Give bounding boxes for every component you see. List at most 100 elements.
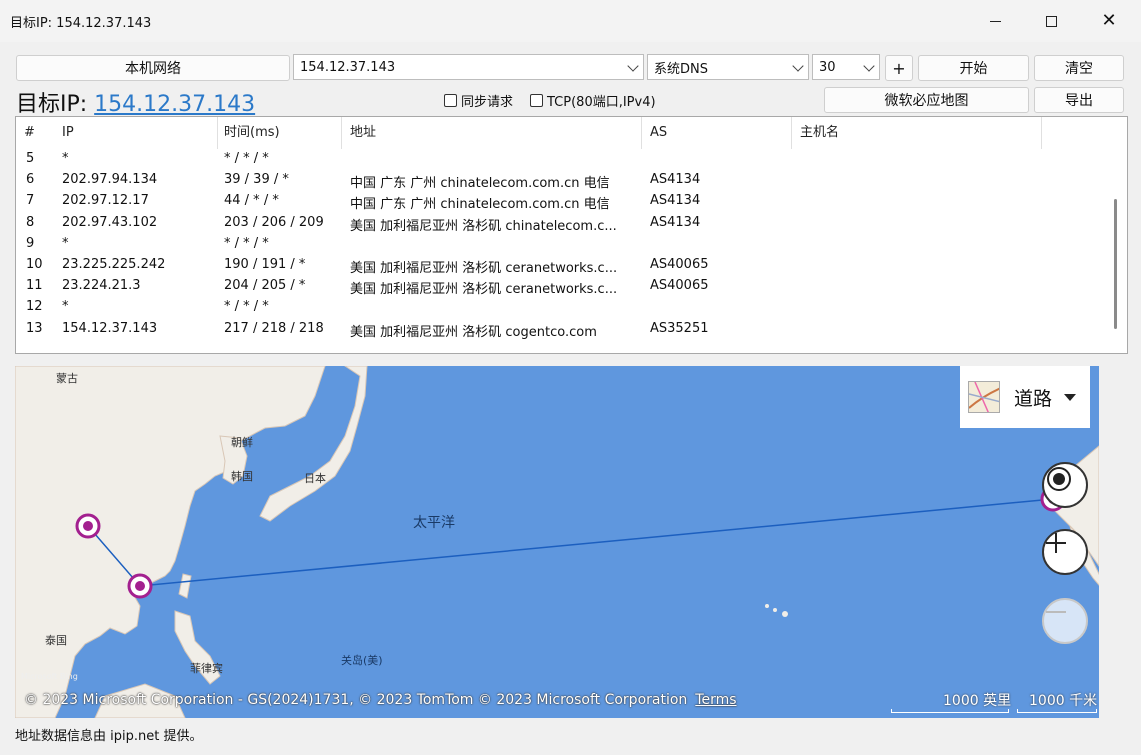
table-row[interactable]: 7 202.97.12.17 44 / * / * 中国 广东 广州 chinatel… bbox=[16, 191, 1116, 212]
locate-button[interactable] bbox=[1042, 462, 1088, 508]
status-bar: 地址数据信息由 ipip.net 提供。 bbox=[15, 729, 203, 744]
locate-icon bbox=[1047, 467, 1071, 491]
cell-ip: 202.97.12.17 bbox=[62, 193, 149, 209]
plus-icon bbox=[1046, 533, 1066, 553]
map-label-philippines: 菲律宾 bbox=[190, 662, 223, 675]
taiwan-landmass bbox=[178, 573, 192, 599]
zoom-in-button[interactable] bbox=[1042, 529, 1088, 575]
chevron-down-icon bbox=[627, 60, 639, 72]
terms-link[interactable]: Terms bbox=[695, 692, 736, 708]
route-map[interactable]: 蒙古 朝鲜 韩国 日本 泰国 菲律宾 关岛(美) 太平洋 道路 Microsof… bbox=[15, 366, 1099, 718]
table-row[interactable]: 13 154.12.37.143 217 / 218 / 218 美国 加利福尼亚州 … bbox=[16, 319, 1116, 340]
checkbox-box[interactable] bbox=[444, 94, 457, 107]
hawaii-island bbox=[782, 611, 788, 617]
cell-as: AS40065 bbox=[650, 257, 709, 272]
table-row[interactable]: 5 * * / * / * bbox=[16, 149, 1116, 170]
map-canvas bbox=[15, 366, 1099, 718]
close-button[interactable]: ✕ bbox=[1082, 0, 1136, 42]
table-row[interactable]: 12 * * / * / * bbox=[16, 297, 1116, 318]
hawaii-island bbox=[773, 608, 777, 612]
map-label-guam: 关岛(美) bbox=[341, 654, 383, 667]
scale-bar-imperial bbox=[891, 709, 1009, 713]
hawaii-island bbox=[765, 604, 769, 608]
sync-checkbox-label: 同步请求 bbox=[461, 95, 514, 110]
minus-icon bbox=[1046, 611, 1066, 613]
clear-button[interactable]: 清空 bbox=[1034, 55, 1124, 81]
cell-num: 7 bbox=[26, 193, 35, 209]
cell-num: 12 bbox=[26, 299, 43, 315]
minimize-icon bbox=[989, 20, 1001, 22]
map-copyright-text: © 2023 Microsoft Corporation - GS(2024)1… bbox=[24, 692, 688, 708]
cell-address: 美国 加利福尼亚州 洛杉矶 chinatelecom.c... bbox=[350, 218, 617, 234]
cell-ip: 202.97.94.134 bbox=[62, 172, 158, 188]
minimize-button[interactable] bbox=[968, 0, 1022, 42]
cell-num: 8 bbox=[26, 214, 35, 230]
cell-ip: 202.97.43.102 bbox=[62, 214, 158, 230]
table-row[interactable]: 11 23.224.21.3 204 / 205 / * 美国 加利福尼亚州 洛杉矶 … bbox=[16, 276, 1116, 297]
count-select[interactable]: 30 bbox=[812, 54, 880, 80]
cell-time: * / * / * bbox=[224, 151, 269, 166]
table-row[interactable]: 6 202.97.94.134 39 / 39 / * 中国 广东 广州 chinat… bbox=[16, 170, 1116, 191]
route-pin[interactable] bbox=[127, 573, 153, 599]
hops-table[interactable]: # IP 时间(ms) 地址 AS 主机名 5 * * / * / * 6 202.97… bbox=[15, 116, 1128, 354]
ip-combobox-value: 154.12.37.143 bbox=[300, 59, 396, 75]
cell-address: 美国 加利福尼亚州 洛杉矶 ceranetworks.c... bbox=[350, 261, 618, 276]
ip-combobox[interactable]: 154.12.37.143 bbox=[293, 54, 644, 80]
table-scrollbar[interactable] bbox=[1114, 199, 1117, 329]
chevron-down-icon bbox=[792, 60, 804, 72]
map-label-south-korea: 韩国 bbox=[231, 470, 253, 483]
target-ip-prefix: 目标IP: bbox=[16, 92, 95, 117]
cell-as: AS4134 bbox=[650, 214, 701, 230]
cell-time: 39 / 39 / * bbox=[224, 172, 289, 188]
local-network-button[interactable]: 本机网络 bbox=[16, 55, 290, 81]
sync-checkbox[interactable]: 同步请求 bbox=[444, 91, 513, 110]
map-label-north-korea: 朝鲜 bbox=[231, 436, 253, 449]
cell-address: 中国 广东 广州 chinatelecom.com.cn 电信 bbox=[350, 197, 610, 213]
cell-ip: * bbox=[62, 235, 69, 251]
title-bar: 目标IP: 154.12.37.143 ✕ bbox=[0, 0, 1141, 42]
cell-time: 190 / 191 / * bbox=[224, 257, 306, 272]
target-ip-link[interactable]: 154.12.37.143 bbox=[94, 92, 255, 117]
bing-map-button[interactable]: 微软必应地图 bbox=[824, 87, 1029, 113]
cell-num: 10 bbox=[26, 257, 43, 272]
add-button[interactable]: + bbox=[885, 55, 913, 81]
map-label-pacific: 太平洋 bbox=[413, 515, 455, 531]
table-row[interactable]: 8 202.97.43.102 203 / 206 / 209 美国 加利福尼亚州 洛… bbox=[16, 213, 1116, 234]
cell-time: 217 / 218 / 218 bbox=[224, 320, 324, 336]
cell-address: 中国 广东 广州 chinatelecom.com.cn 电信 bbox=[350, 176, 610, 192]
map-label-thailand: 泰国 bbox=[45, 634, 67, 647]
dns-select[interactable]: 系统DNS bbox=[647, 54, 809, 80]
cell-address: 美国 加利福尼亚州 洛杉矶 cogentco.com bbox=[350, 324, 597, 340]
road-map-icon bbox=[968, 381, 1000, 413]
cell-time: 204 / 205 / * bbox=[224, 278, 306, 294]
cell-num: 11 bbox=[26, 278, 43, 294]
scale-imperial: 1000 英里 bbox=[943, 693, 1012, 709]
count-select-value: 30 bbox=[819, 59, 836, 75]
zoom-out-button[interactable] bbox=[1042, 598, 1088, 644]
target-ip-label: 目标IP: 154.12.37.143 bbox=[16, 86, 255, 118]
route-line bbox=[87, 498, 1054, 587]
start-button[interactable]: 开始 bbox=[918, 55, 1029, 81]
cell-num: 9 bbox=[26, 235, 35, 251]
tcp-checkbox[interactable]: TCP(80端口,IPv4) bbox=[530, 91, 656, 110]
table-row[interactable]: 10 23.225.225.242 190 / 191 / * 美国 加利福尼亚州 洛… bbox=[16, 255, 1116, 276]
map-layer-picker[interactable]: 道路 bbox=[960, 366, 1090, 428]
window-title: 目标IP: 154.12.37.143 bbox=[10, 16, 152, 31]
cell-ip: * bbox=[62, 299, 69, 315]
export-button[interactable]: 导出 bbox=[1034, 87, 1124, 113]
cell-time: * / * / * bbox=[224, 299, 269, 315]
table-row[interactable]: 9 * * / * / * bbox=[16, 234, 1116, 255]
cell-ip: 23.224.21.3 bbox=[62, 278, 141, 294]
cell-as: AS4134 bbox=[650, 193, 701, 209]
maximize-button[interactable] bbox=[1024, 0, 1078, 42]
cell-num: 6 bbox=[26, 172, 35, 188]
cell-address: 美国 加利福尼亚州 洛杉矶 ceranetworks.c... bbox=[350, 282, 618, 298]
cell-time: 203 / 206 / 209 bbox=[224, 214, 324, 230]
cell-num: 13 bbox=[26, 320, 43, 336]
maximize-icon bbox=[1045, 15, 1057, 27]
map-copyright: © 2023 Microsoft Corporation - GS(2024)1… bbox=[24, 692, 737, 708]
checkbox-box[interactable] bbox=[530, 94, 543, 107]
route-pin[interactable] bbox=[75, 513, 101, 539]
cell-ip: * bbox=[62, 151, 69, 166]
cell-ip: 154.12.37.143 bbox=[62, 320, 158, 336]
